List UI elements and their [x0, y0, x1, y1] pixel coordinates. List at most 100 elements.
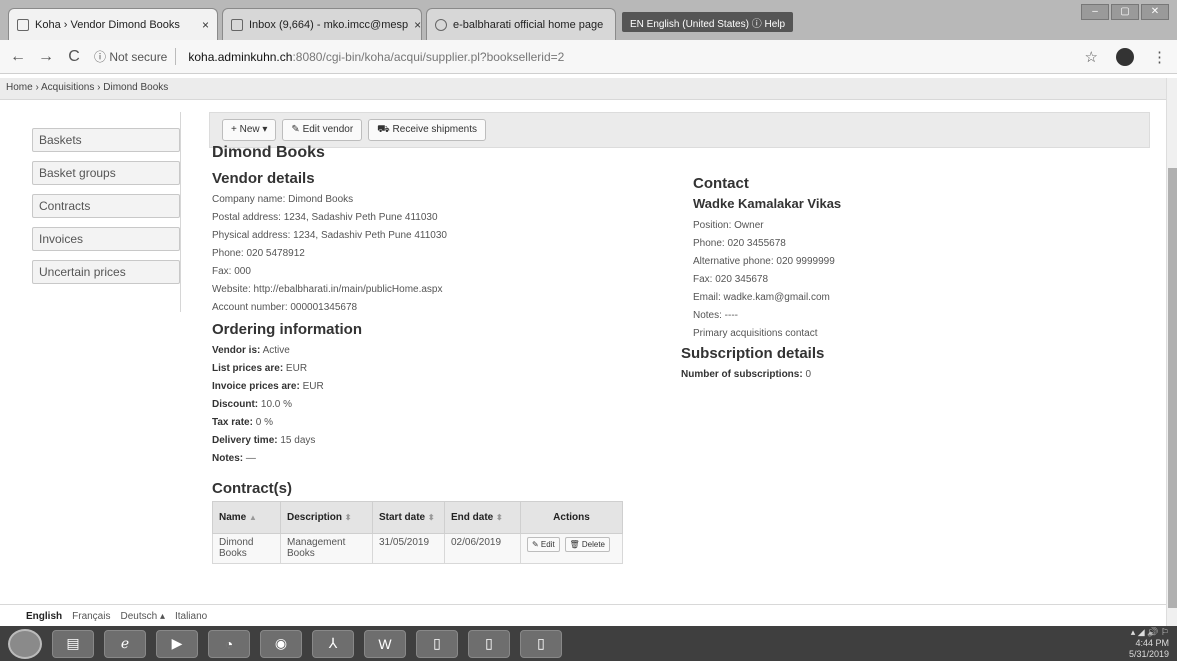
file-explorer-icon[interactable]: ▤ [52, 629, 94, 658]
sidebar-item-invoices[interactable]: Invoices [32, 227, 180, 251]
physical-address: Physical address: 1234, Sadashiv Peth Pu… [212, 230, 447, 241]
sidebar-item-uncertain-prices[interactable]: Uncertain prices [32, 260, 180, 284]
language-german[interactable]: Deutsch ▴ [120, 611, 164, 622]
vendor-website[interactable]: Website: http://ebalbharati.in/main/publ… [212, 281, 672, 299]
ordering-information-heading: Ordering information [212, 321, 362, 338]
subscription-heading: Subscription details [681, 345, 825, 362]
column-header-description[interactable]: Description ⬍ [280, 501, 373, 534]
mail-favicon-icon [231, 18, 243, 31]
ordering-row-vendor-status: Vendor is: Active [212, 345, 290, 356]
address-bar-actions: ☆ ⋮ [1085, 47, 1167, 66]
column-header-name[interactable]: Name ▲ [212, 501, 281, 534]
contact-heading: Contact [693, 175, 749, 192]
firefox-icon[interactable]: ◔ [208, 629, 250, 658]
language-italian[interactable]: Italiano [175, 611, 207, 622]
reload-icon[interactable]: C [66, 48, 82, 66]
language-indicator[interactable]: EN English (United States) ⓘ Help [622, 12, 794, 32]
internet-explorer-icon[interactable]: ℯ [104, 629, 146, 658]
document-icon[interactable]: ▯ [416, 629, 458, 658]
contact-name: Wadke Kamalakar Vikas [693, 196, 842, 211]
tab-close-icon[interactable]: × [202, 18, 209, 32]
language-bar: English Français Deutsch ▴ Italiano [0, 604, 1166, 626]
column-header-end-date[interactable]: End date ⬍ [444, 501, 521, 534]
ordering-row-delivery-time: Delivery time: 15 days [212, 435, 316, 446]
sort-icon: ⬍ [344, 513, 352, 522]
column-header-start-date[interactable]: Start date ⬍ [372, 501, 445, 534]
back-arrow-icon[interactable]: ← [10, 48, 26, 66]
globe-favicon-icon [435, 18, 447, 31]
koha-favicon-icon [17, 18, 29, 31]
url-host: koha.adminkuhn.ch [188, 49, 293, 64]
window-controls: – ▢ ✕ [1081, 4, 1169, 20]
contact-alt-phone: Alternative phone: 020 9999999 [693, 256, 835, 267]
delete-contract-button[interactable]: 🗑 Delete [564, 537, 611, 552]
url-field[interactable]: koha.adminkuhn.ch:8080/cgi-bin/koha/acqu… [188, 50, 564, 64]
breadcrumb[interactable]: Home › Acquisitions › Dimond Books [0, 78, 1166, 100]
clock-time: 4:44 PM [1135, 638, 1169, 648]
ordering-row-list-prices: List prices are: EUR [212, 363, 308, 374]
bookmark-star-icon[interactable]: ☆ [1085, 48, 1098, 66]
contracts-heading: Contract(s) [212, 480, 293, 497]
contact-email[interactable]: Email: wadke.kam@gmail.com [693, 289, 1113, 307]
tab-ebalbharati[interactable]: e-balbharati official home page [426, 8, 616, 40]
new-dropdown-button[interactable]: + New ▾ [222, 119, 277, 141]
ordering-row-notes: Notes: — [212, 453, 256, 464]
address-bar: ← → C ⓘ Not secure koha.adminkuhn.ch:808… [0, 40, 1177, 74]
close-window-button[interactable]: ✕ [1141, 4, 1169, 20]
chrome-icon[interactable]: ◉ [260, 629, 302, 658]
tab-label: Inbox (9,664) - mko.imcc@mesp [249, 18, 409, 31]
profile-avatar-icon[interactable] [1116, 47, 1134, 66]
edit-vendor-button[interactable]: ✎ Edit vendor [282, 119, 363, 141]
sidebar-item-contracts[interactable]: Contracts [32, 194, 180, 218]
acquisitions-sidebar: Baskets Basket groups Contracts Invoices… [32, 128, 180, 293]
vendor-phone: Phone: 020 5478912 [212, 248, 305, 259]
os-taskbar: ▤ ℯ ▶ ◔ ◉ ⅄ W ▯ ▯ ▯ ▴ ◢ 🔊 ⚐ 4:44 PM 5/31… [0, 626, 1177, 661]
column-header-actions: Actions [520, 501, 623, 534]
contact-fax: Fax: 020 345678 [693, 274, 769, 285]
language-french[interactable]: Français [72, 611, 110, 622]
vendor-toolbar: + New ▾ ✎ Edit vendor ⛟ Receive shipment… [209, 112, 1150, 148]
contact-position: Position: Owner [693, 220, 764, 231]
browser-menu-icon[interactable]: ⋮ [1152, 48, 1167, 66]
contracts-table: Name ▲ Description ⬍ Start date ⬍ End da… [212, 501, 623, 564]
tab-inbox[interactable]: Inbox (9,664) - mko.imcc@mesp × [222, 8, 422, 40]
document-icon[interactable]: ▯ [520, 629, 562, 658]
sidebar-item-baskets[interactable]: Baskets [32, 128, 180, 152]
subscription-count: Number of subscriptions: 0 [681, 369, 812, 380]
clock-date: 5/31/2019 [1128, 649, 1169, 659]
edit-contract-button[interactable]: ✎ Edit [527, 537, 560, 552]
contact-phone: Phone: 020 3455678 [693, 238, 786, 249]
browser-tabstrip: Koha › Vendor Dimond Books × Inbox (9,66… [0, 0, 1177, 40]
page-scrollbar[interactable] [1166, 78, 1177, 626]
contact-notes: Notes: ---- [693, 310, 738, 321]
vendor-fax: Fax: 000 [212, 266, 251, 277]
vendor-main: Dimond Books Vendor details Company name… [212, 144, 672, 468]
maximize-button[interactable]: ▢ [1111, 4, 1139, 20]
contact-panel: Contact Wadke Kamalakar Vikas Position: … [693, 171, 1113, 343]
contract-start-date: 31/05/2019 [372, 533, 445, 564]
sort-icon: ⬍ [427, 513, 435, 522]
minimize-button[interactable]: – [1081, 4, 1109, 20]
language-english: English [26, 611, 63, 622]
media-player-icon[interactable]: ▶ [156, 629, 198, 658]
receive-shipments-button[interactable]: ⛟ Receive shipments [368, 119, 487, 141]
table-row: Dimond Books Management Books 31/05/2019… [212, 533, 623, 564]
document-icon[interactable]: ▯ [468, 629, 510, 658]
sort-icon: ▲ [249, 513, 257, 522]
start-button-icon[interactable] [8, 628, 42, 659]
tab-koha-vendor[interactable]: Koha › Vendor Dimond Books × [8, 8, 218, 40]
word-icon[interactable]: W [364, 629, 406, 658]
tray-icons: ▴ ◢ 🔊 ⚐ [1130, 627, 1169, 637]
postal-address: Postal address: 1234, Sadashiv Peth Pune… [212, 212, 438, 223]
not-secure-indicator[interactable]: ⓘ Not secure [94, 48, 177, 65]
forward-arrow-icon[interactable]: → [38, 48, 54, 66]
system-tray[interactable]: ▴ ◢ 🔊 ⚐ 4:44 PM 5/31/2019 [1129, 627, 1169, 660]
sidebar-item-basket-groups[interactable]: Basket groups [32, 161, 180, 185]
sidebar-divider [180, 112, 181, 312]
tab-close-icon[interactable]: × [414, 18, 421, 32]
url-path: :8080/cgi-bin/koha/acqui/supplier.pl?boo… [292, 49, 565, 64]
account-number: Account number: 000001345678 [212, 302, 358, 313]
scrollbar-thumb[interactable] [1168, 168, 1177, 608]
pdf-reader-icon[interactable]: ⅄ [312, 629, 354, 658]
contract-name[interactable]: Dimond Books [212, 533, 281, 564]
